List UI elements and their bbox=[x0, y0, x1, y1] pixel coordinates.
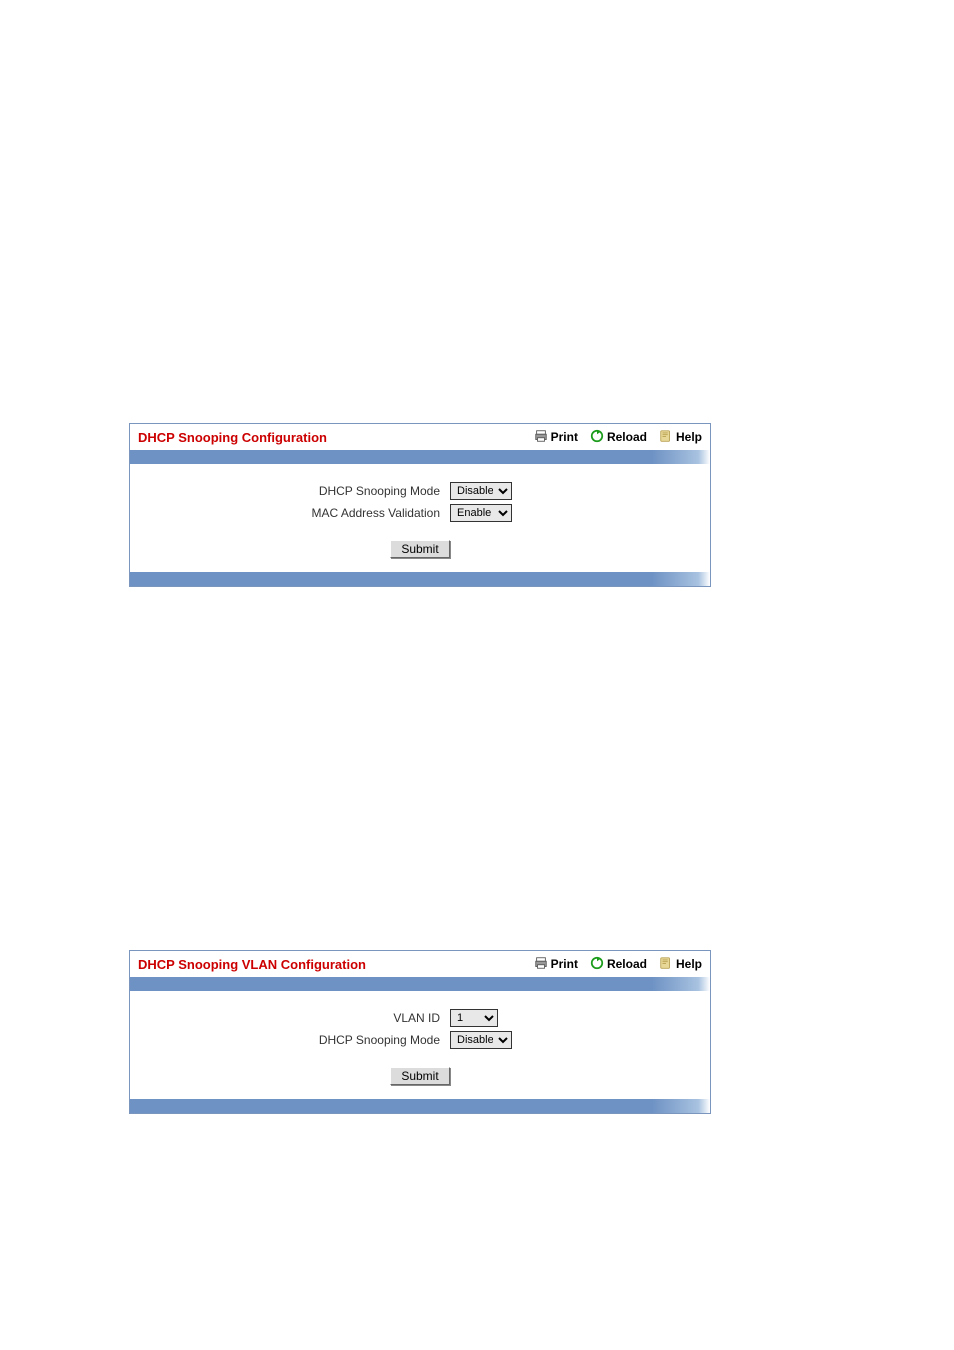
print-button[interactable]: Print bbox=[534, 956, 578, 973]
submit-row: Submit bbox=[140, 1067, 700, 1085]
panel-header: DHCP Snooping VLAN Configuration Print R… bbox=[130, 951, 710, 977]
submit-row: Submit bbox=[140, 540, 700, 558]
mac-validation-label: MAC Address Validation bbox=[140, 506, 450, 520]
form-control: Disable bbox=[450, 482, 512, 500]
panel-title: DHCP Snooping VLAN Configuration bbox=[138, 957, 522, 972]
snooping-mode-label: DHCP Snooping Mode bbox=[140, 1033, 450, 1047]
panel-body: DHCP Snooping Mode Disable MAC Address V… bbox=[130, 464, 710, 572]
reload-label: Reload bbox=[607, 957, 647, 971]
reload-button[interactable]: Reload bbox=[590, 429, 647, 446]
snooping-mode-label: DHCP Snooping Mode bbox=[140, 484, 450, 498]
help-button[interactable]: Help bbox=[659, 429, 702, 446]
snooping-mode-select[interactable]: Disable bbox=[450, 482, 512, 500]
form-row-mac-validation: MAC Address Validation Enable bbox=[140, 504, 700, 522]
form-row-snooping-mode: DHCP Snooping Mode Disable bbox=[140, 482, 700, 500]
vlan-id-label: VLAN ID bbox=[140, 1011, 450, 1025]
form-control: Enable bbox=[450, 504, 512, 522]
form-control: 1 bbox=[450, 1009, 498, 1027]
print-icon bbox=[534, 429, 548, 446]
panel-title: DHCP Snooping Configuration bbox=[138, 430, 522, 445]
mac-validation-select[interactable]: Enable bbox=[450, 504, 512, 522]
snooping-mode-select[interactable]: Disable bbox=[450, 1031, 512, 1049]
dhcp-snooping-config-panel: DHCP Snooping Configuration Print Reload… bbox=[129, 423, 711, 587]
print-icon bbox=[534, 956, 548, 973]
panel-header: DHCP Snooping Configuration Print Reload… bbox=[130, 424, 710, 450]
reload-icon bbox=[590, 956, 604, 973]
form-row-snooping-mode: DHCP Snooping Mode Disable bbox=[140, 1031, 700, 1049]
form-row-vlan-id: VLAN ID 1 bbox=[140, 1009, 700, 1027]
submit-button[interactable]: Submit bbox=[390, 540, 449, 558]
help-icon bbox=[659, 956, 673, 973]
divider-bar bbox=[130, 977, 710, 991]
help-icon bbox=[659, 429, 673, 446]
print-button[interactable]: Print bbox=[534, 429, 578, 446]
submit-button[interactable]: Submit bbox=[390, 1067, 449, 1085]
help-label: Help bbox=[676, 957, 702, 971]
panel-body: VLAN ID 1 DHCP Snooping Mode Disable Sub… bbox=[130, 991, 710, 1099]
reload-icon bbox=[590, 429, 604, 446]
print-label: Print bbox=[551, 957, 578, 971]
reload-button[interactable]: Reload bbox=[590, 956, 647, 973]
divider-bar bbox=[130, 450, 710, 464]
vlan-id-select[interactable]: 1 bbox=[450, 1009, 498, 1027]
dhcp-snooping-vlan-config-panel: DHCP Snooping VLAN Configuration Print R… bbox=[129, 950, 711, 1114]
divider-bar bbox=[130, 572, 710, 586]
help-label: Help bbox=[676, 430, 702, 444]
form-control: Disable bbox=[450, 1031, 512, 1049]
reload-label: Reload bbox=[607, 430, 647, 444]
print-label: Print bbox=[551, 430, 578, 444]
help-button[interactable]: Help bbox=[659, 956, 702, 973]
divider-bar bbox=[130, 1099, 710, 1113]
